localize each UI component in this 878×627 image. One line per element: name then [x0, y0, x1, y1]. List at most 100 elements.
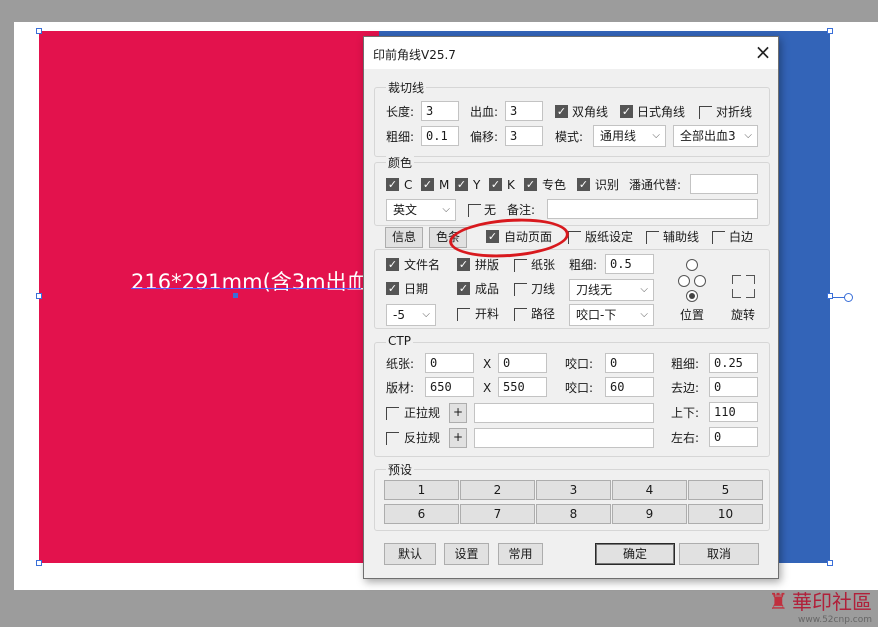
y-checkbox[interactable]: ✓ — [455, 178, 468, 191]
fold-line-checkbox[interactable] — [699, 106, 712, 119]
watermark: ♜ 華印社區 www.52cnp.com — [768, 586, 872, 625]
preset-button-5[interactable]: 5 — [688, 480, 763, 500]
back-pull-checkbox[interactable] — [386, 432, 399, 445]
c-checkbox[interactable]: ✓ — [386, 178, 399, 191]
identify-checkbox[interactable]: ✓ — [577, 178, 590, 191]
date-checkbox[interactable]: ✓ — [386, 282, 399, 295]
preset-button-7[interactable]: 7 — [460, 504, 535, 524]
offset-select[interactable]: -5 ⌵ — [386, 304, 436, 326]
ctp-plate-input[interactable]: 650 — [425, 377, 474, 397]
preset-button-2[interactable]: 2 — [460, 480, 535, 500]
ctp-x2-input[interactable]: 550 — [498, 377, 547, 397]
k-checkbox[interactable]: ✓ — [489, 178, 502, 191]
preset-button-1[interactable]: 1 — [384, 480, 459, 500]
finished-checkbox[interactable]: ✓ — [457, 282, 470, 295]
ctp-updown-input[interactable]: 110 — [709, 402, 758, 422]
selection-handle-ml[interactable] — [36, 293, 42, 299]
thickness-input[interactable]: 0.1 — [421, 126, 459, 146]
common-button[interactable]: 常用 — [498, 543, 543, 565]
info-thickness-input[interactable]: 0.5 — [605, 254, 654, 274]
note-input[interactable] — [547, 199, 758, 219]
rotate-corner-br-icon[interactable] — [746, 289, 755, 298]
ctp-thickness-input[interactable]: 0.25 — [709, 353, 758, 373]
sheet-setting-checkbox[interactable] — [568, 231, 581, 244]
knife-select[interactable]: 刀线无 ⌵ — [569, 279, 654, 301]
preset-button-6[interactable]: 6 — [384, 504, 459, 524]
open-material-checkbox[interactable] — [457, 308, 470, 321]
dialog-titlebar[interactable]: 印前角线V25.7 × — [364, 37, 778, 69]
position-left-radio[interactable] — [678, 275, 690, 287]
rotate-corner-tr-icon[interactable] — [746, 275, 755, 284]
white-edge-checkbox[interactable] — [712, 231, 725, 244]
ctp-bite2-label: 咬口: — [565, 381, 594, 395]
front-pull-checkbox[interactable] — [386, 407, 399, 420]
text-anchor-handle[interactable] — [233, 293, 238, 298]
preset-button-10[interactable]: 10 — [688, 504, 763, 524]
path-checkbox[interactable] — [514, 308, 527, 321]
filename-checkbox[interactable]: ✓ — [386, 258, 399, 271]
spot-checkbox[interactable]: ✓ — [524, 178, 537, 191]
bite-select-value: 咬口-下 — [576, 308, 617, 322]
back-pull-input[interactable] — [474, 428, 654, 448]
rotate-corner-tl-icon[interactable] — [732, 275, 741, 284]
ctp-leftright-label: 左右: — [671, 431, 700, 445]
close-icon[interactable]: × — [750, 40, 776, 66]
double-corner-checkbox[interactable]: ✓ — [555, 105, 568, 118]
language-select[interactable]: 英文 ⌵ — [386, 199, 456, 221]
ctp-x1-input[interactable]: 0 — [498, 353, 547, 373]
default-button[interactable]: 默认 — [384, 543, 436, 565]
splice-label: 拼版 — [475, 258, 500, 272]
m-checkbox[interactable]: ✓ — [421, 178, 434, 191]
color-group-title: 颜色 — [386, 154, 415, 171]
offset-input[interactable]: 3 — [505, 126, 543, 146]
ctp-paper-input[interactable]: 0 — [425, 353, 474, 373]
chevron-down-icon: ⌵ — [652, 130, 660, 141]
splice-checkbox[interactable]: ✓ — [457, 258, 470, 271]
dimension-text[interactable]: 216*291mm(含3m出血 — [131, 266, 368, 296]
selection-handle-tl[interactable] — [36, 28, 42, 34]
knife-checkbox[interactable] — [514, 283, 527, 296]
selection-handle-mr[interactable] — [827, 293, 833, 299]
preset-button-9[interactable]: 9 — [612, 504, 687, 524]
selection-handle-bl[interactable] — [36, 560, 42, 566]
rotate-label: 旋转 — [731, 308, 756, 322]
tab-info[interactable]: 信息 — [385, 227, 423, 248]
selection-handle-tr[interactable] — [827, 28, 833, 34]
guide-line-checkbox[interactable] — [646, 231, 659, 244]
ctp-group-title: CTP — [386, 334, 413, 348]
position-bottom-radio[interactable] — [686, 290, 698, 302]
ctp-bite2-input[interactable]: 60 — [605, 377, 654, 397]
preset-button-8[interactable]: 8 — [536, 504, 611, 524]
position-label: 位置 — [680, 308, 705, 322]
ctp-leftright-input[interactable]: 0 — [709, 427, 758, 447]
bleed-input[interactable]: 3 — [505, 101, 543, 121]
substitute-input[interactable] — [690, 174, 758, 194]
ok-button[interactable]: 确定 — [595, 543, 675, 565]
rotate-corner-bl-icon[interactable] — [732, 289, 741, 298]
cancel-button[interactable]: 取消 — [679, 543, 759, 565]
bleed-mode-select[interactable]: 全部出血3 ⌵ — [673, 125, 758, 147]
front-pull-input[interactable] — [474, 403, 654, 423]
preset-button-4[interactable]: 4 — [612, 480, 687, 500]
paper-checkbox[interactable] — [514, 259, 527, 272]
front-pull-add-button[interactable]: + — [449, 403, 467, 423]
language-select-value: 英文 — [393, 203, 418, 217]
position-right-radio[interactable] — [694, 275, 706, 287]
mode-select[interactable]: 通用线 ⌵ — [593, 125, 666, 147]
length-label: 长度: — [386, 105, 415, 119]
length-input[interactable]: 3 — [421, 101, 459, 121]
ctp-trim-input[interactable]: 0 — [709, 377, 758, 397]
japanese-corner-checkbox[interactable]: ✓ — [620, 105, 633, 118]
substitute-label: 潘通代替: — [629, 178, 682, 192]
selection-handle-br[interactable] — [827, 560, 833, 566]
info-thickness-label: 粗细: — [569, 258, 598, 272]
position-top-radio[interactable] — [686, 259, 698, 271]
rotation-handle[interactable] — [844, 293, 853, 302]
bite-select[interactable]: 咬口-下 ⌵ — [569, 304, 654, 326]
settings-button[interactable]: 设置 — [444, 543, 489, 565]
ctp-bite1-input[interactable]: 0 — [605, 353, 654, 373]
preset-button-3[interactable]: 3 — [536, 480, 611, 500]
back-pull-add-button[interactable]: + — [449, 428, 467, 448]
none-checkbox[interactable] — [468, 204, 481, 217]
sheet-setting-label: 版纸设定 — [585, 230, 634, 244]
